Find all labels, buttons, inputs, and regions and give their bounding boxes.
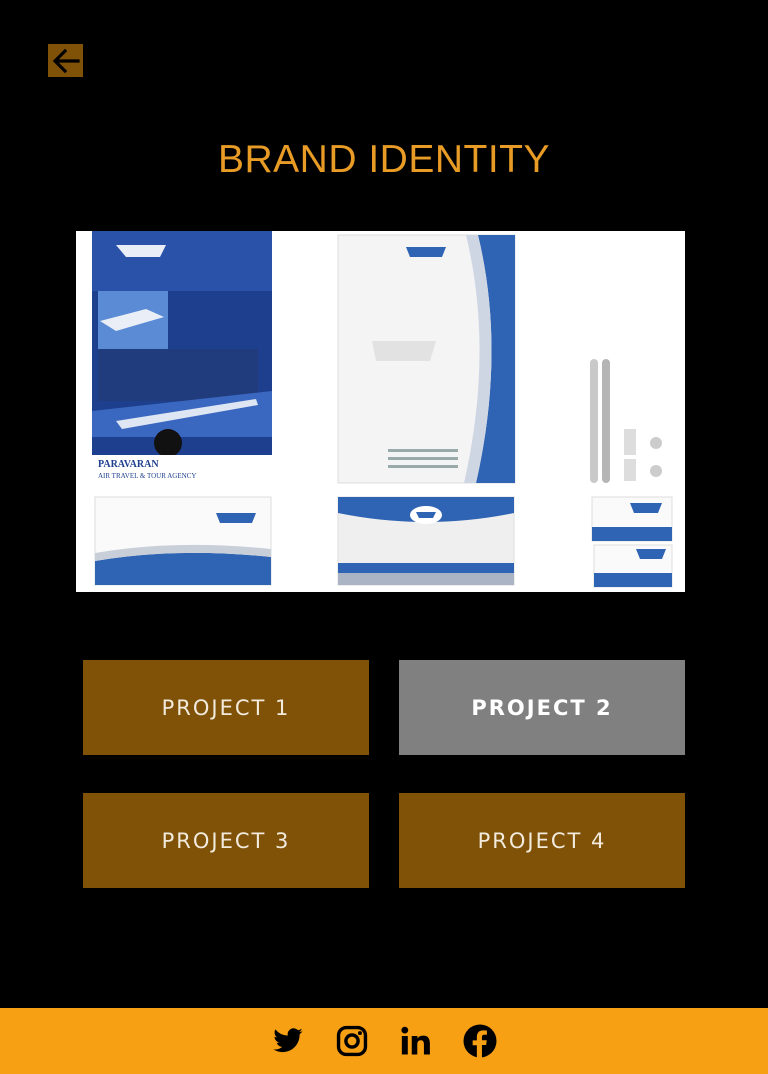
letterhead-mockup bbox=[337, 234, 516, 484]
footer bbox=[0, 1008, 768, 1074]
envelope-mockup bbox=[337, 496, 515, 586]
project-2-button[interactable]: PROJECT 2 bbox=[399, 660, 685, 755]
project-3-button[interactable]: PROJECT 3 bbox=[83, 793, 369, 888]
business-cards-mockup bbox=[591, 496, 673, 588]
compliment-slip-mockup bbox=[94, 496, 272, 586]
linkedin-icon[interactable] bbox=[398, 1023, 434, 1059]
project-4-button[interactable]: PROJECT 4 bbox=[399, 793, 685, 888]
facebook-icon[interactable] bbox=[462, 1023, 498, 1059]
arrow-left-icon bbox=[52, 48, 80, 73]
instagram-icon[interactable] bbox=[334, 1023, 370, 1059]
poster-mockup: PARAVARAN AIR TRAVEL & TOUR AGENCY bbox=[92, 231, 272, 483]
back-button[interactable] bbox=[48, 44, 83, 77]
pens-mockup bbox=[590, 359, 662, 483]
page-title: BRAND IDENTITY bbox=[217, 138, 551, 182]
poster-brand-tagline: AIR TRAVEL & TOUR AGENCY bbox=[98, 472, 196, 480]
twitter-icon[interactable] bbox=[270, 1023, 306, 1059]
brand-identity-showcase-image: PARAVARAN AIR TRAVEL & TOUR AGENCY bbox=[76, 231, 685, 592]
project-1-button[interactable]: PROJECT 1 bbox=[83, 660, 369, 755]
poster-brand-name: PARAVARAN bbox=[98, 459, 159, 470]
